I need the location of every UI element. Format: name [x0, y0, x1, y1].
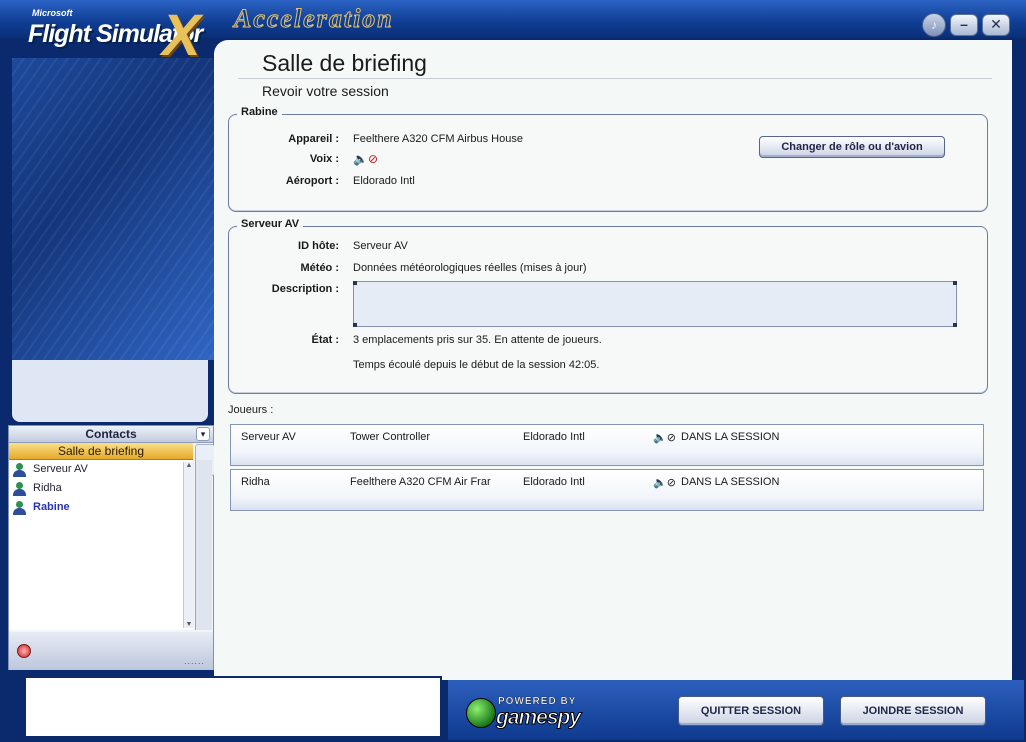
contacts-side-strip: [195, 460, 212, 630]
player-box-title: Rabine: [237, 106, 282, 118]
app-window: Microsoft Flight Simulator X Acceleratio…: [0, 0, 1026, 742]
airport-label: Aéroport :: [285, 175, 339, 187]
page-title: Salle de briefing: [262, 50, 427, 76]
main-content: Salle de briefing Revoir votre session R…: [214, 40, 1012, 680]
server-info-box: Serveur AV ID hôte: Serveur AV Météo : D…: [228, 218, 988, 394]
voice-label: Voix :: [309, 153, 339, 165]
page-subtitle: Revoir votre session: [262, 83, 389, 99]
player-info-box: Rabine Appareil : Feelthere A320 CFM Air…: [228, 106, 988, 212]
gamespy-ball-icon: [466, 698, 496, 728]
status-value: 3 emplacements pris sur 35. En attente d…: [353, 334, 602, 346]
server-box-title: Serveur AV: [237, 218, 304, 230]
contact-name: Serveur AV: [33, 463, 88, 475]
fsx-logo: Microsoft Flight Simulator X: [10, 3, 240, 68]
left-panel: Contacts ▾ Salle de briefing Serveur AV …: [8, 40, 214, 670]
player-row[interactable]: Serveur AV Tower Controller Eldorado Int…: [230, 424, 984, 466]
decorative-pale-panel: [12, 360, 208, 422]
contact-item-active[interactable]: Rabine: [9, 498, 193, 517]
logo-microsoft: Microsoft: [32, 8, 73, 18]
contact-item[interactable]: Serveur AV: [9, 460, 193, 479]
sound-icon[interactable]: ♪: [922, 13, 946, 37]
window-controls: ♪ – ✕: [922, 13, 1010, 37]
contacts-panel: Contacts ▾ Salle de briefing Serveur AV …: [8, 425, 214, 670]
player-status: DANS LA SESSION: [681, 476, 780, 488]
quit-session-button[interactable]: QUITTER SESSION: [678, 696, 824, 726]
player-aircraft: Feelthere A320 CFM Air Frar: [350, 476, 491, 488]
scroll-up-icon[interactable]: ▲: [184, 462, 194, 469]
voice-muted-icon: 🔈⊘: [653, 432, 676, 444]
player-name: Ridha: [241, 476, 270, 488]
player-name: Serveur AV: [241, 431, 296, 443]
weather-label: Météo :: [300, 262, 340, 274]
player-airport: Eldorado Intl: [523, 476, 585, 488]
player-aircraft: Tower Controller: [350, 431, 431, 443]
decorative-panel: [12, 58, 214, 360]
logo-x: X: [162, 3, 201, 68]
host-label: ID hôte:: [298, 240, 339, 252]
aircraft-label: Appareil :: [288, 133, 339, 145]
player-row[interactable]: Ridha Feelthere A320 CFM Air Frar Eldora…: [230, 469, 984, 511]
title-divider: [238, 78, 992, 79]
contact-name: Rabine: [33, 501, 70, 513]
players-label: Joueurs :: [228, 404, 274, 416]
minimize-button[interactable]: –: [950, 14, 978, 36]
contact-item[interactable]: Ridha: [9, 479, 193, 498]
change-role-button[interactable]: Changer de rôle ou d'avion: [759, 136, 945, 158]
player-airport: Eldorado Intl: [523, 431, 585, 443]
contacts-scrollbar[interactable]: ▲ ▼: [183, 462, 194, 628]
description-field[interactable]: [353, 281, 957, 327]
status-label: État :: [311, 334, 340, 346]
user-icon: [13, 463, 26, 477]
bottom-bar: POWERED BY gamespy QUITTER SESSION JOIND…: [448, 680, 1024, 740]
user-icon: [13, 482, 26, 496]
voice-muted-icon: 🔈⊘: [653, 477, 676, 489]
chat-input[interactable]: [24, 676, 442, 738]
description-label: Description :: [271, 283, 339, 295]
elapsed-time: Temps écoulé depuis le début de la sessi…: [353, 359, 600, 371]
contacts-footer: ......: [9, 632, 213, 670]
logo-acceleration: Acceleration: [234, 4, 394, 34]
player-status: DANS LA SESSION: [681, 431, 780, 443]
gamespy-text: gamespy: [495, 706, 581, 730]
user-icon: [13, 501, 26, 515]
chevron-down-icon[interactable]: ▾: [196, 427, 210, 441]
weather-value: Données météorologiques réelles (mises à…: [353, 262, 587, 274]
gamespy-logo: POWERED BY gamespy: [466, 694, 598, 730]
airport-value: Eldorado Intl: [353, 175, 415, 187]
contacts-group-briefing[interactable]: Salle de briefing: [9, 443, 193, 460]
voice-muted-icon: 🔈⊘: [353, 152, 378, 166]
contacts-list: Serveur AV Ridha Rabine: [9, 460, 193, 630]
close-button[interactable]: ✕: [982, 14, 1010, 36]
status-icon[interactable]: [17, 644, 31, 658]
contacts-title: Contacts: [85, 427, 137, 441]
scroll-down-icon[interactable]: ▼: [184, 621, 194, 628]
contact-name: Ridha: [33, 482, 62, 494]
aircraft-value: Feelthere A320 CFM Airbus House: [353, 133, 523, 145]
contacts-header[interactable]: Contacts ▾: [9, 426, 213, 443]
host-value: Serveur AV: [353, 240, 408, 252]
join-session-button[interactable]: JOINDRE SESSION: [840, 696, 986, 726]
resize-grip-icon[interactable]: ......: [184, 656, 205, 666]
